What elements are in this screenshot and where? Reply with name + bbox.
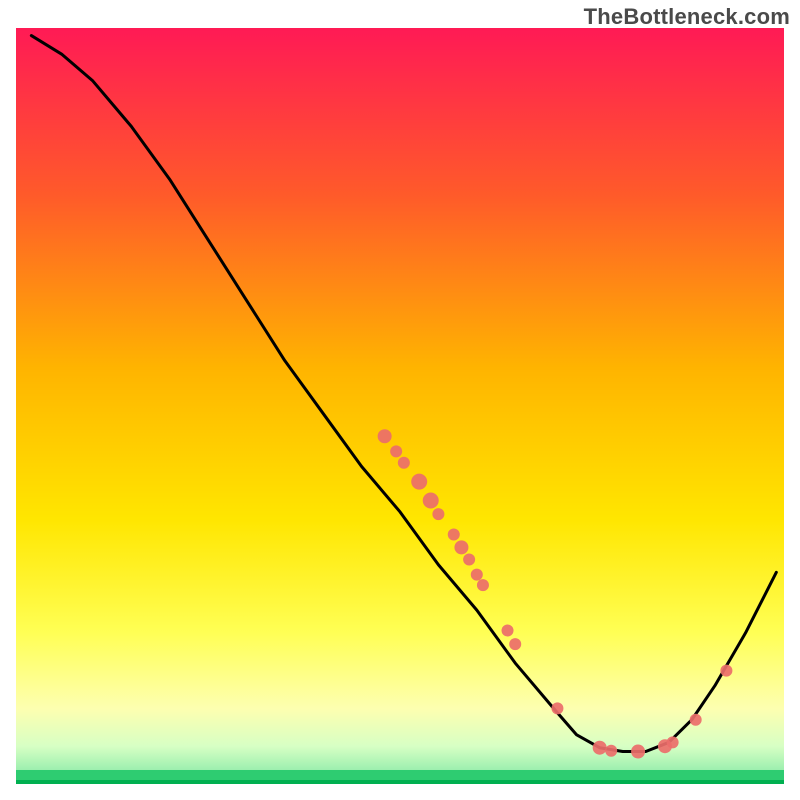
data-point (398, 457, 410, 469)
data-point (454, 540, 468, 554)
data-point (502, 625, 514, 637)
data-point (667, 736, 679, 748)
data-point (551, 702, 563, 714)
data-point (477, 579, 489, 591)
data-point (463, 553, 475, 565)
data-point (720, 665, 732, 677)
data-point (631, 744, 645, 758)
data-point (509, 638, 521, 650)
green-baseline (16, 780, 784, 784)
data-point (471, 569, 483, 581)
data-point (448, 529, 460, 541)
data-point (593, 741, 607, 755)
data-point (411, 474, 427, 490)
chart-container: TheBottleneck.com (0, 0, 800, 800)
chart-svg (0, 0, 800, 800)
plot-area (16, 28, 784, 784)
gradient-background (16, 28, 784, 784)
data-point (390, 445, 402, 457)
data-point (432, 508, 444, 520)
data-point (605, 745, 617, 757)
data-point (423, 493, 439, 509)
data-point (378, 429, 392, 443)
data-point (690, 714, 702, 726)
green-band (16, 770, 784, 780)
